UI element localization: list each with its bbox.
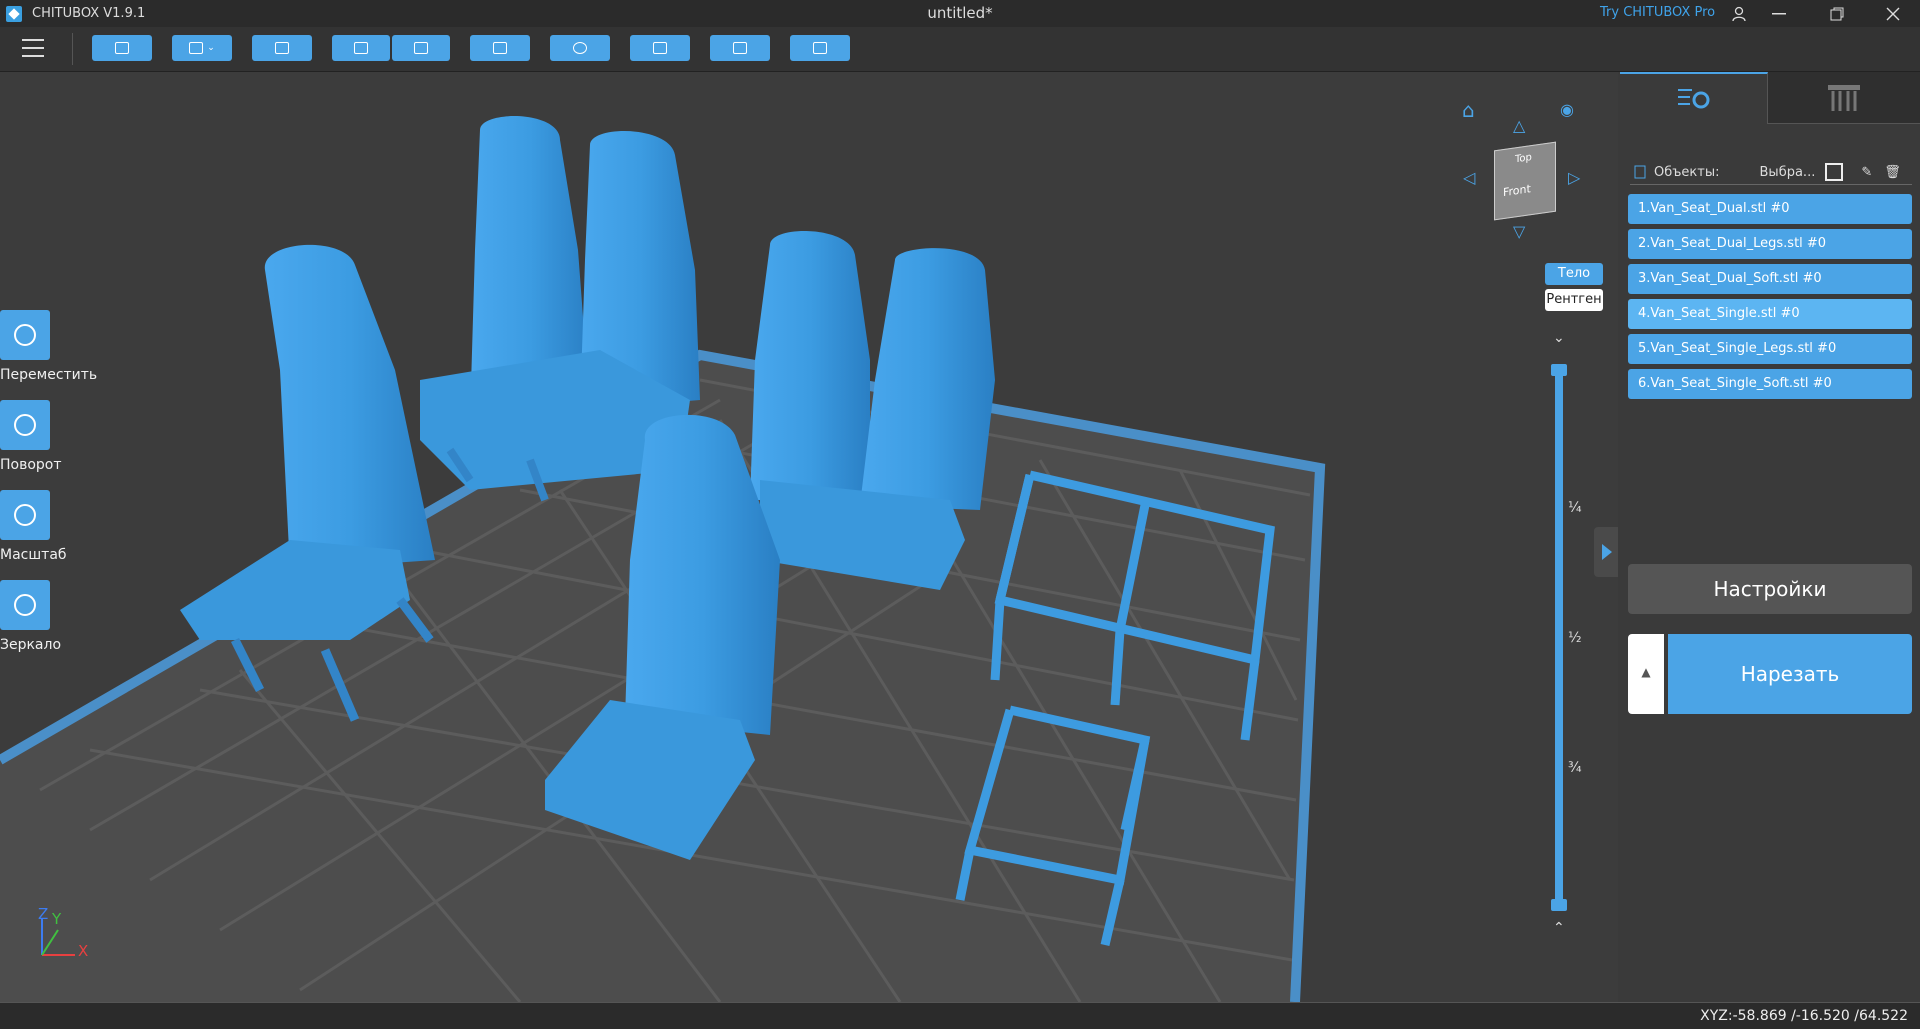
save-icon [189, 42, 204, 54]
axis-y-label: Y [52, 910, 62, 928]
mirror-label: Зеркало [0, 637, 62, 653]
slice-options-arrow[interactable]: ▲ [1628, 634, 1664, 714]
main-toolbar: ⌄ [0, 27, 1920, 72]
slider-three-quarter-label: ¾ [1568, 760, 1582, 776]
rotate-tool[interactable]: Поворот [0, 400, 100, 473]
minimize-button[interactable] [1756, 0, 1802, 27]
rotate-label: Поворот [0, 457, 62, 473]
export-icon [414, 42, 428, 54]
mirror-icon [0, 580, 50, 630]
status-bar: XYZ:-58.869 /-16.520 /64.522 [0, 1002, 1920, 1029]
clipboard-button[interactable] [470, 35, 530, 61]
mirror-tool[interactable]: Зеркало [0, 580, 100, 653]
restore-button[interactable] [1814, 0, 1860, 27]
scale-icon [0, 490, 50, 540]
rotate-right-arrow-icon[interactable]: ▷ [1568, 168, 1580, 187]
arrange-button[interactable] [550, 35, 610, 61]
move-tool[interactable]: Переместить [0, 310, 100, 383]
dual-seat-right [750, 231, 995, 590]
save-button[interactable]: ⌄ [172, 35, 232, 61]
object-item-6[interactable]: 6.Van_Seat_Single_Soft.stl #0 [1628, 369, 1912, 399]
cube-top-label: Top [1515, 152, 1532, 166]
select-all-label: Выбра... [1759, 164, 1816, 180]
title-bar: CHITUBOX V1.9.1 untitled* Try CHITUBOX P… [0, 0, 1920, 27]
body-mode-button[interactable]: Тело [1545, 263, 1603, 285]
settings-list-icon [1677, 89, 1709, 109]
hollow-icon [733, 42, 747, 54]
close-button[interactable] [1870, 0, 1916, 27]
rotate-icon [0, 400, 50, 450]
edit-icon[interactable]: ✎ [1861, 165, 1872, 180]
slice-button[interactable]: Нарезать [1668, 634, 1912, 714]
support-button[interactable] [630, 35, 690, 61]
scene-render [0, 116, 1326, 1002]
chevron-down-icon[interactable]: ⌄ [1553, 330, 1565, 346]
move-label: Переместить [0, 367, 98, 383]
toolbar-divider [72, 33, 73, 65]
slider-quarter-label: ¼ [1568, 500, 1582, 516]
import-button[interactable] [332, 35, 390, 61]
open-file-button[interactable] [92, 35, 152, 61]
axis-z-label: Z [38, 905, 49, 923]
layer-slider-top-handle[interactable] [1551, 364, 1567, 376]
printer-icon [813, 42, 827, 54]
import-icon [354, 42, 368, 54]
support-icon [653, 42, 667, 54]
eye-icon[interactable]: ◉ [1560, 100, 1574, 119]
object-item-1[interactable]: 1.Van_Seat_Dual.stl #0 [1628, 194, 1912, 224]
object-item-4[interactable]: 4.Van_Seat_Single.stl #0 [1628, 299, 1912, 329]
hollow-button[interactable] [710, 35, 770, 61]
layer-slider-bottom-handle[interactable] [1551, 899, 1567, 911]
tab-settings[interactable] [1620, 72, 1768, 124]
arrange-icon [573, 42, 587, 54]
app-logo-icon [6, 5, 22, 22]
app-name: CHITUBOX V1.9.1 [32, 6, 146, 21]
scale-label: Масштаб [0, 547, 67, 563]
fit-view-button[interactable] [252, 35, 312, 61]
document-icon [1634, 165, 1646, 179]
rotate-left-arrow-icon[interactable]: ◁ [1463, 168, 1475, 187]
objects-label: Объекты: [1654, 164, 1720, 180]
object-item-2[interactable]: 2.Van_Seat_Dual_Legs.stl #0 [1628, 229, 1912, 259]
scale-tool[interactable]: Масштаб [0, 490, 100, 563]
panel-collapse-toggle[interactable] [1594, 527, 1618, 577]
chevron-up-icon[interactable]: ⌃ [1553, 920, 1565, 936]
slider-half-label: ½ [1568, 630, 1582, 646]
tab-supports[interactable] [1768, 72, 1920, 124]
3d-viewport[interactable]: Z Y X Переместить Поворот Масштаб Зеркал… [0, 72, 1618, 1002]
home-view-icon[interactable]: ⌂ [1462, 98, 1475, 122]
clipboard-icon [493, 42, 507, 54]
right-panel: Объекты: Выбра... ✎ 🗑 1.Van_Seat_Dual.st… [1620, 72, 1920, 1002]
objects-header: Объекты: Выбра... ✎ 🗑 [1630, 160, 1912, 185]
support-structure-icon [1828, 84, 1860, 111]
view-cube[interactable]: Top Front [1494, 141, 1556, 221]
rotate-down-arrow-icon[interactable]: ▽ [1513, 222, 1525, 241]
rotate-up-arrow-icon[interactable]: △ [1513, 116, 1525, 135]
printer-button[interactable] [790, 35, 850, 61]
cube-front-label: Front [1503, 182, 1531, 200]
object-item-3[interactable]: 3.Van_Seat_Dual_Soft.stl #0 [1628, 264, 1912, 294]
menu-icon[interactable] [22, 39, 44, 57]
fit-icon [275, 42, 289, 54]
try-pro-link[interactable]: Try CHITUBOX Pro [1600, 5, 1715, 20]
trash-icon[interactable]: 🗑 [1884, 165, 1901, 180]
export-button[interactable] [392, 35, 450, 61]
slice-controls: ▲ Нарезать [1628, 634, 1912, 714]
settings-button[interactable]: Настройки [1628, 564, 1912, 614]
layer-slider-track[interactable] [1555, 372, 1563, 902]
open-icon [115, 42, 129, 54]
xray-mode-button[interactable]: Рентген [1545, 289, 1603, 311]
xyz-coordinates: XYZ:-58.869 /-16.520 /64.522 [1700, 1008, 1908, 1024]
move-icon [0, 310, 50, 360]
object-item-5[interactable]: 5.Van_Seat_Single_Legs.stl #0 [1628, 334, 1912, 364]
select-all-checkbox[interactable] [1825, 163, 1844, 181]
axis-x-label: X [78, 942, 89, 960]
